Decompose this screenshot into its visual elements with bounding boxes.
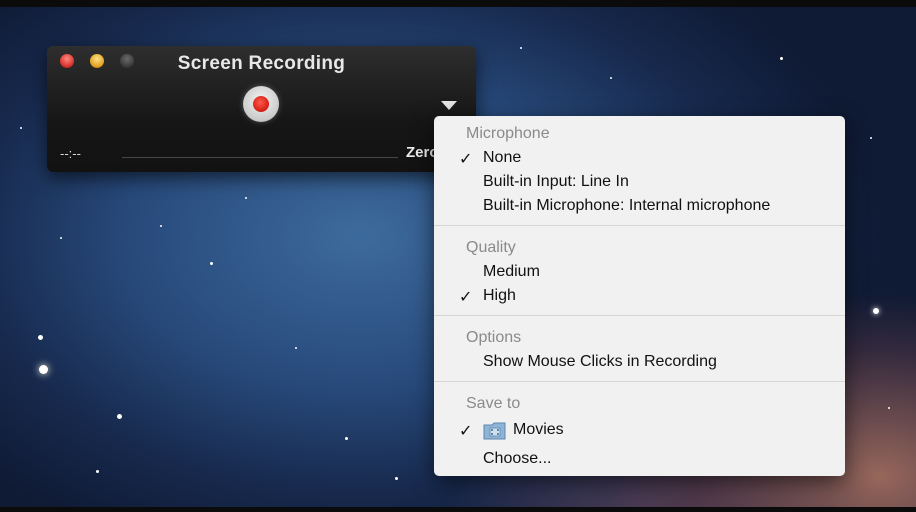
options-dropdown-arrow-icon[interactable] bbox=[441, 101, 457, 110]
star bbox=[888, 407, 890, 409]
star bbox=[780, 57, 783, 60]
star bbox=[160, 225, 162, 227]
star bbox=[395, 477, 398, 480]
menu-item-mic-internal[interactable]: Built-in Microphone: Internal microphone bbox=[483, 197, 770, 215]
options-menu: Microphone ✓ None Built-in Input: Line I… bbox=[434, 116, 845, 476]
star bbox=[520, 47, 522, 49]
microphone-header: Microphone bbox=[466, 125, 550, 142]
checkmark-icon: ✓ bbox=[459, 289, 473, 306]
window-title: Screen Recording bbox=[177, 53, 346, 74]
record-icon bbox=[253, 96, 269, 112]
menu-item-show-mouse-clicks[interactable]: Show Mouse Clicks in Recording bbox=[483, 353, 717, 371]
star bbox=[870, 137, 872, 139]
movies-folder-icon bbox=[483, 422, 506, 440]
star bbox=[210, 262, 213, 265]
star bbox=[873, 308, 879, 314]
menu-separator bbox=[434, 315, 845, 316]
star bbox=[245, 197, 247, 199]
star bbox=[295, 347, 297, 349]
star bbox=[96, 470, 99, 473]
bottom-border bbox=[0, 507, 916, 512]
progress-track bbox=[122, 157, 398, 158]
menu-item-mic-none[interactable]: None bbox=[483, 149, 521, 167]
star bbox=[117, 414, 122, 419]
star bbox=[20, 127, 22, 129]
star bbox=[60, 237, 62, 239]
options-header: Options bbox=[466, 329, 522, 346]
menu-item-quality-high[interactable]: High bbox=[483, 287, 516, 305]
menu-separator bbox=[434, 225, 845, 226]
record-button[interactable] bbox=[243, 86, 279, 122]
star bbox=[38, 335, 43, 340]
menu-item-choose-location[interactable]: Choose... bbox=[483, 450, 551, 468]
save-to-header: Save to bbox=[466, 395, 521, 412]
menu-item-mic-line-in[interactable]: Built-in Input: Line In bbox=[483, 173, 629, 191]
menu-separator bbox=[434, 381, 845, 382]
quality-header: Quality bbox=[466, 239, 516, 256]
star bbox=[39, 365, 48, 374]
checkmark-icon: ✓ bbox=[459, 151, 473, 168]
elapsed-time: --:-- bbox=[60, 146, 81, 161]
checkmark-icon: ✓ bbox=[459, 423, 473, 440]
screen-recording-window: Screen Recording --:-- Zero KB bbox=[47, 46, 476, 172]
star bbox=[345, 437, 348, 440]
menu-item-save-movies[interactable]: Movies bbox=[513, 421, 564, 439]
star bbox=[610, 77, 612, 79]
menu-item-quality-medium[interactable]: Medium bbox=[483, 263, 540, 281]
